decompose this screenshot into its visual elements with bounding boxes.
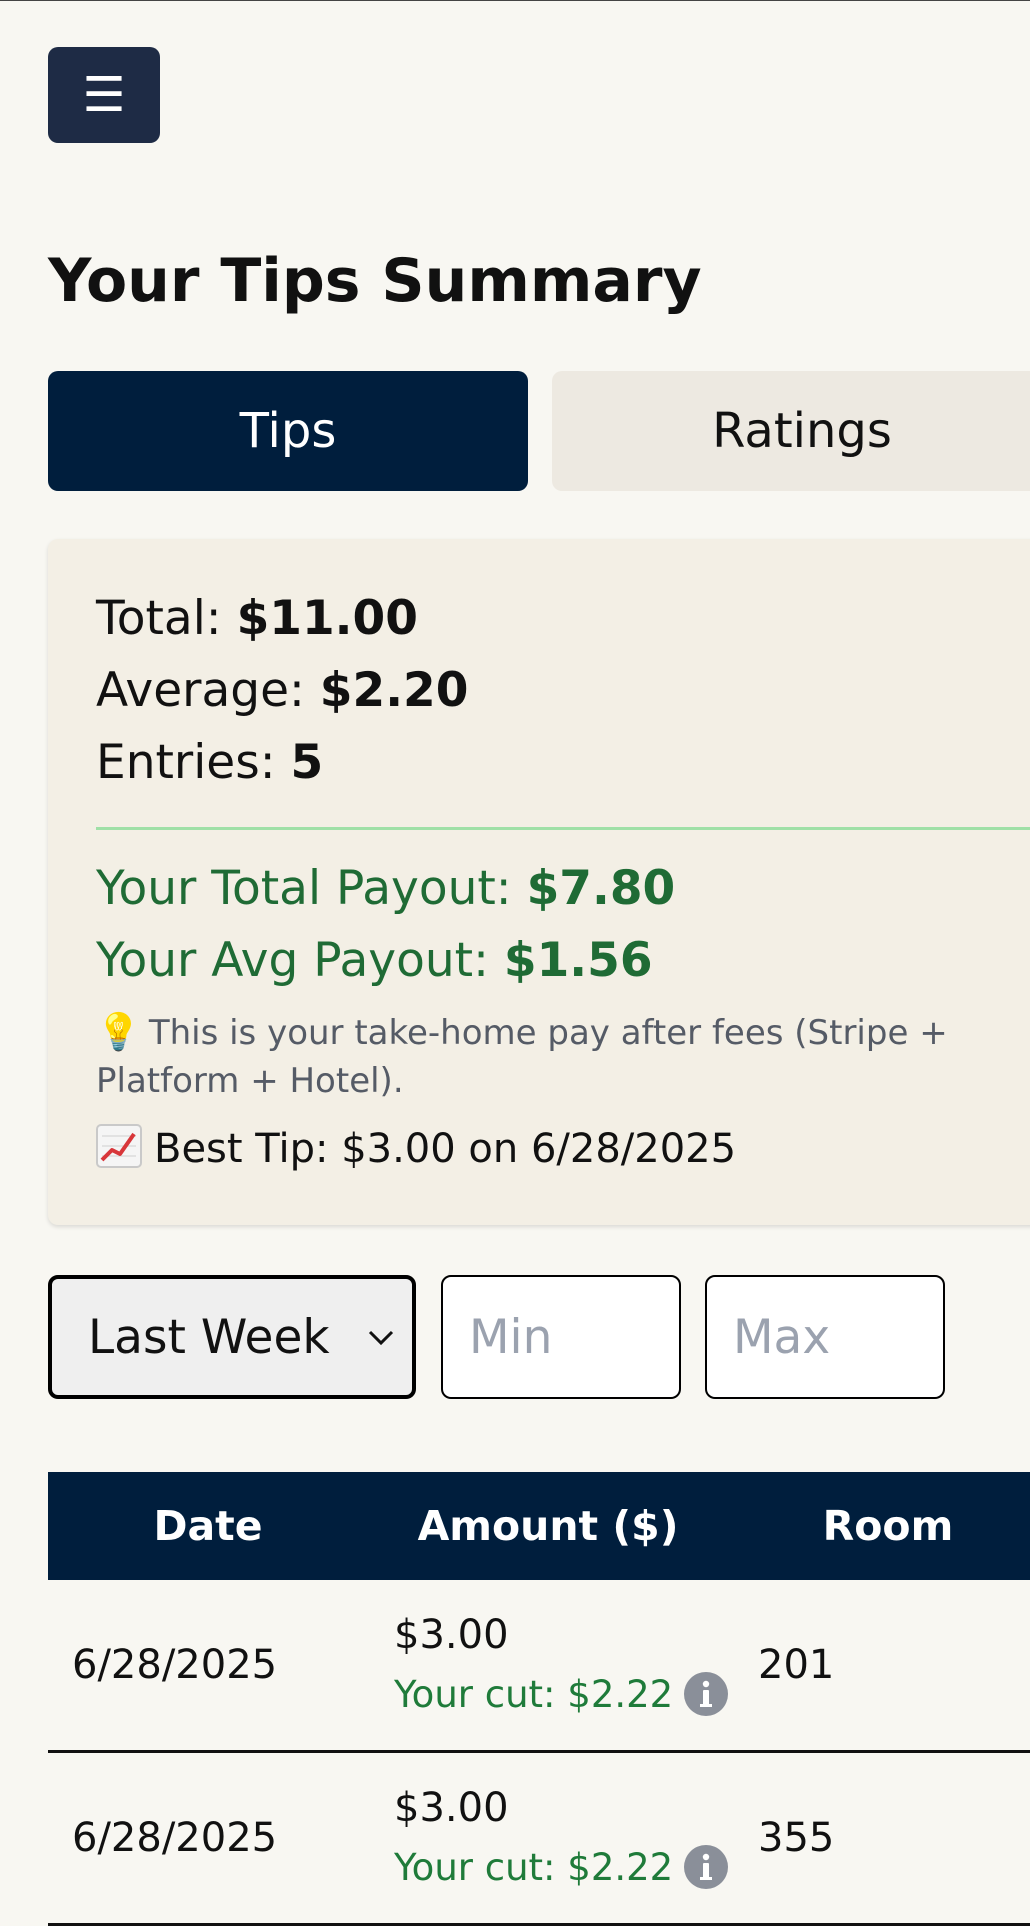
table-header-row: Date Amount ($) Room bbox=[48, 1472, 1030, 1580]
cell-amount: $3.00 Your cut: $2.22 bbox=[368, 1580, 729, 1753]
tab-tips-label: Tips bbox=[239, 403, 337, 459]
total-payout-value: $7.80 bbox=[526, 861, 676, 916]
summary-divider bbox=[96, 827, 1030, 830]
fee-note-text: This is your take-home pay after fees (S… bbox=[96, 1013, 948, 1101]
menu-icon: ☰ bbox=[82, 67, 126, 123]
cell-date: 6/28/2025 bbox=[48, 1751, 368, 1926]
cell-room: 355 bbox=[728, 1751, 1030, 1926]
avg-payout-label: Your Avg Payout: bbox=[96, 933, 489, 988]
tab-tips[interactable]: Tips bbox=[48, 371, 528, 491]
header-room[interactable]: Room bbox=[728, 1472, 1030, 1580]
tab-ratings[interactable]: Ratings bbox=[552, 371, 1030, 491]
tab-ratings-label: Ratings bbox=[712, 403, 892, 459]
cell-amount: $3.00 Your cut: $2.22 bbox=[368, 1751, 729, 1926]
average-label: Average: bbox=[96, 663, 305, 718]
chart-increasing-icon bbox=[96, 1124, 142, 1168]
header-date[interactable]: Date bbox=[48, 1472, 368, 1580]
max-amount-input[interactable] bbox=[705, 1275, 945, 1399]
best-tip-text: Best Tip: $3.00 on 6/28/2025 bbox=[154, 1126, 737, 1172]
average-value: $2.20 bbox=[319, 663, 469, 718]
amount-value: $3.00 bbox=[394, 1785, 509, 1831]
cell-date: 6/28/2025 bbox=[48, 1580, 368, 1753]
avg-payout-value: $1.56 bbox=[503, 933, 653, 988]
total-payout-stat: Your Total Payout: $7.80 bbox=[96, 857, 675, 921]
your-cut-text: Your cut: $2.22 bbox=[394, 1673, 674, 1716]
summary-card: Total: $11.00 Average: $2.20 Entries: 5 … bbox=[48, 539, 1030, 1225]
header-amount[interactable]: Amount ($) bbox=[368, 1472, 728, 1580]
table-row: 6/28/2025 $3.00 Your cut: $2.22 201 bbox=[48, 1580, 1030, 1753]
average-stat: Average: $2.20 bbox=[96, 659, 468, 723]
avg-payout-stat: Your Avg Payout: $1.56 bbox=[96, 929, 653, 993]
your-cut-text: Your cut: $2.22 bbox=[394, 1846, 674, 1889]
total-stat: Total: $11.00 bbox=[96, 587, 418, 651]
tips-table: Date Amount ($) Room 6/28/2025 $3.00 You… bbox=[48, 1472, 1030, 1926]
amount-value: $3.00 bbox=[394, 1612, 509, 1658]
chevron-down-icon bbox=[368, 1330, 394, 1346]
total-value: $11.00 bbox=[236, 591, 418, 646]
page-title: Your Tips Summary bbox=[48, 246, 702, 316]
your-cut: Your cut: $2.22 bbox=[394, 1838, 729, 1898]
info-icon[interactable] bbox=[683, 1844, 729, 1890]
info-icon[interactable] bbox=[683, 1671, 729, 1717]
best-tip: Best Tip: $3.00 on 6/28/2025 bbox=[96, 1121, 736, 1177]
total-payout-label: Your Total Payout: bbox=[96, 861, 512, 916]
lightbulb-icon: 💡 bbox=[96, 1012, 141, 1053]
entries-label: Entries: bbox=[96, 735, 276, 790]
entries-stat: Entries: 5 bbox=[96, 731, 323, 795]
period-select-value: Last Week bbox=[88, 1309, 330, 1365]
total-label: Total: bbox=[96, 591, 222, 646]
fee-note: 💡 This is your take-home pay after fees (… bbox=[96, 1009, 1026, 1105]
min-amount-input[interactable] bbox=[441, 1275, 681, 1399]
entries-value: 5 bbox=[290, 735, 324, 790]
period-select[interactable]: Last Week bbox=[48, 1275, 416, 1399]
menu-button[interactable]: ☰ bbox=[48, 47, 160, 143]
table-row: 6/28/2025 $3.00 Your cut: $2.22 355 bbox=[48, 1751, 1030, 1926]
your-cut: Your cut: $2.22 bbox=[394, 1665, 729, 1725]
cell-room: 201 bbox=[728, 1580, 1030, 1753]
